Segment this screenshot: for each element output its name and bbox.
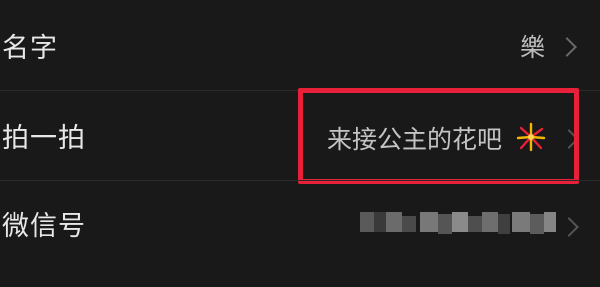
- name-label: 名字: [2, 33, 58, 64]
- profile-row-name[interactable]: 名字 樂: [0, 0, 600, 90]
- chevron-right-icon: [557, 37, 577, 57]
- name-value: 樂: [520, 33, 546, 62]
- pat-label: 拍一拍: [2, 123, 86, 154]
- profile-row-wechat-id[interactable]: 微信号: [0, 180, 600, 270]
- highlight-annotation-box: [298, 88, 579, 184]
- wechat-id-label: 微信号: [2, 211, 86, 242]
- chevron-right-icon: [559, 217, 579, 237]
- profile-settings-screen: 名字 樂 拍一拍 来接公主的花吧 微信号: [0, 0, 600, 287]
